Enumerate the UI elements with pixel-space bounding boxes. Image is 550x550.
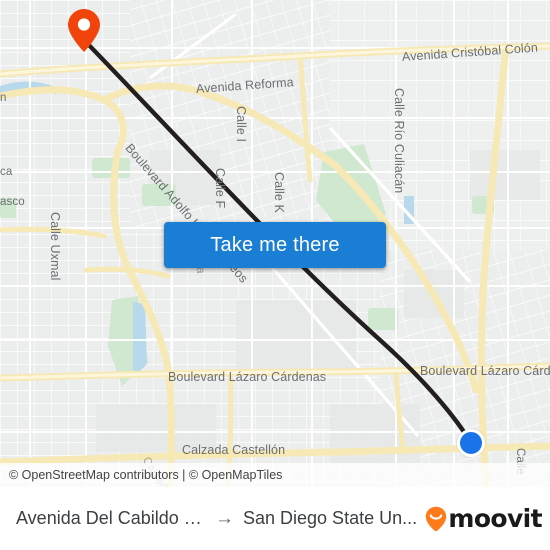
- take-me-there-label: Take me there: [210, 233, 340, 256]
- route-destination-label: San Diego State Un...: [243, 508, 418, 528]
- circle-dot-icon[interactable]: [457, 429, 485, 457]
- take-me-there-button[interactable]: Take me there: [164, 222, 386, 268]
- route-origin-label: Avenida Del Cabildo / 31 De ...: [16, 508, 206, 528]
- moovit-trip-map-screen: Avenida Cristóbal Colón Avenida Reforma …: [0, 0, 550, 550]
- moovit-pin-icon: [426, 506, 447, 531]
- map-attribution[interactable]: © OpenStreetMap contributors | © OpenMap…: [0, 463, 550, 487]
- trip-footer-bar: Avenida Del Cabildo / 31 De ... → San Di…: [0, 487, 550, 550]
- map-pin-icon[interactable]: [67, 8, 101, 54]
- moovit-wordmark: moovit: [448, 504, 542, 533]
- route-summary: Avenida Del Cabildo / 31 De ... → San Di…: [16, 508, 419, 529]
- moovit-logo[interactable]: moovit: [425, 504, 543, 533]
- arrow-right-icon: →: [215, 508, 234, 529]
- map-canvas[interactable]: Avenida Cristóbal Colón Avenida Reforma …: [0, 0, 550, 487]
